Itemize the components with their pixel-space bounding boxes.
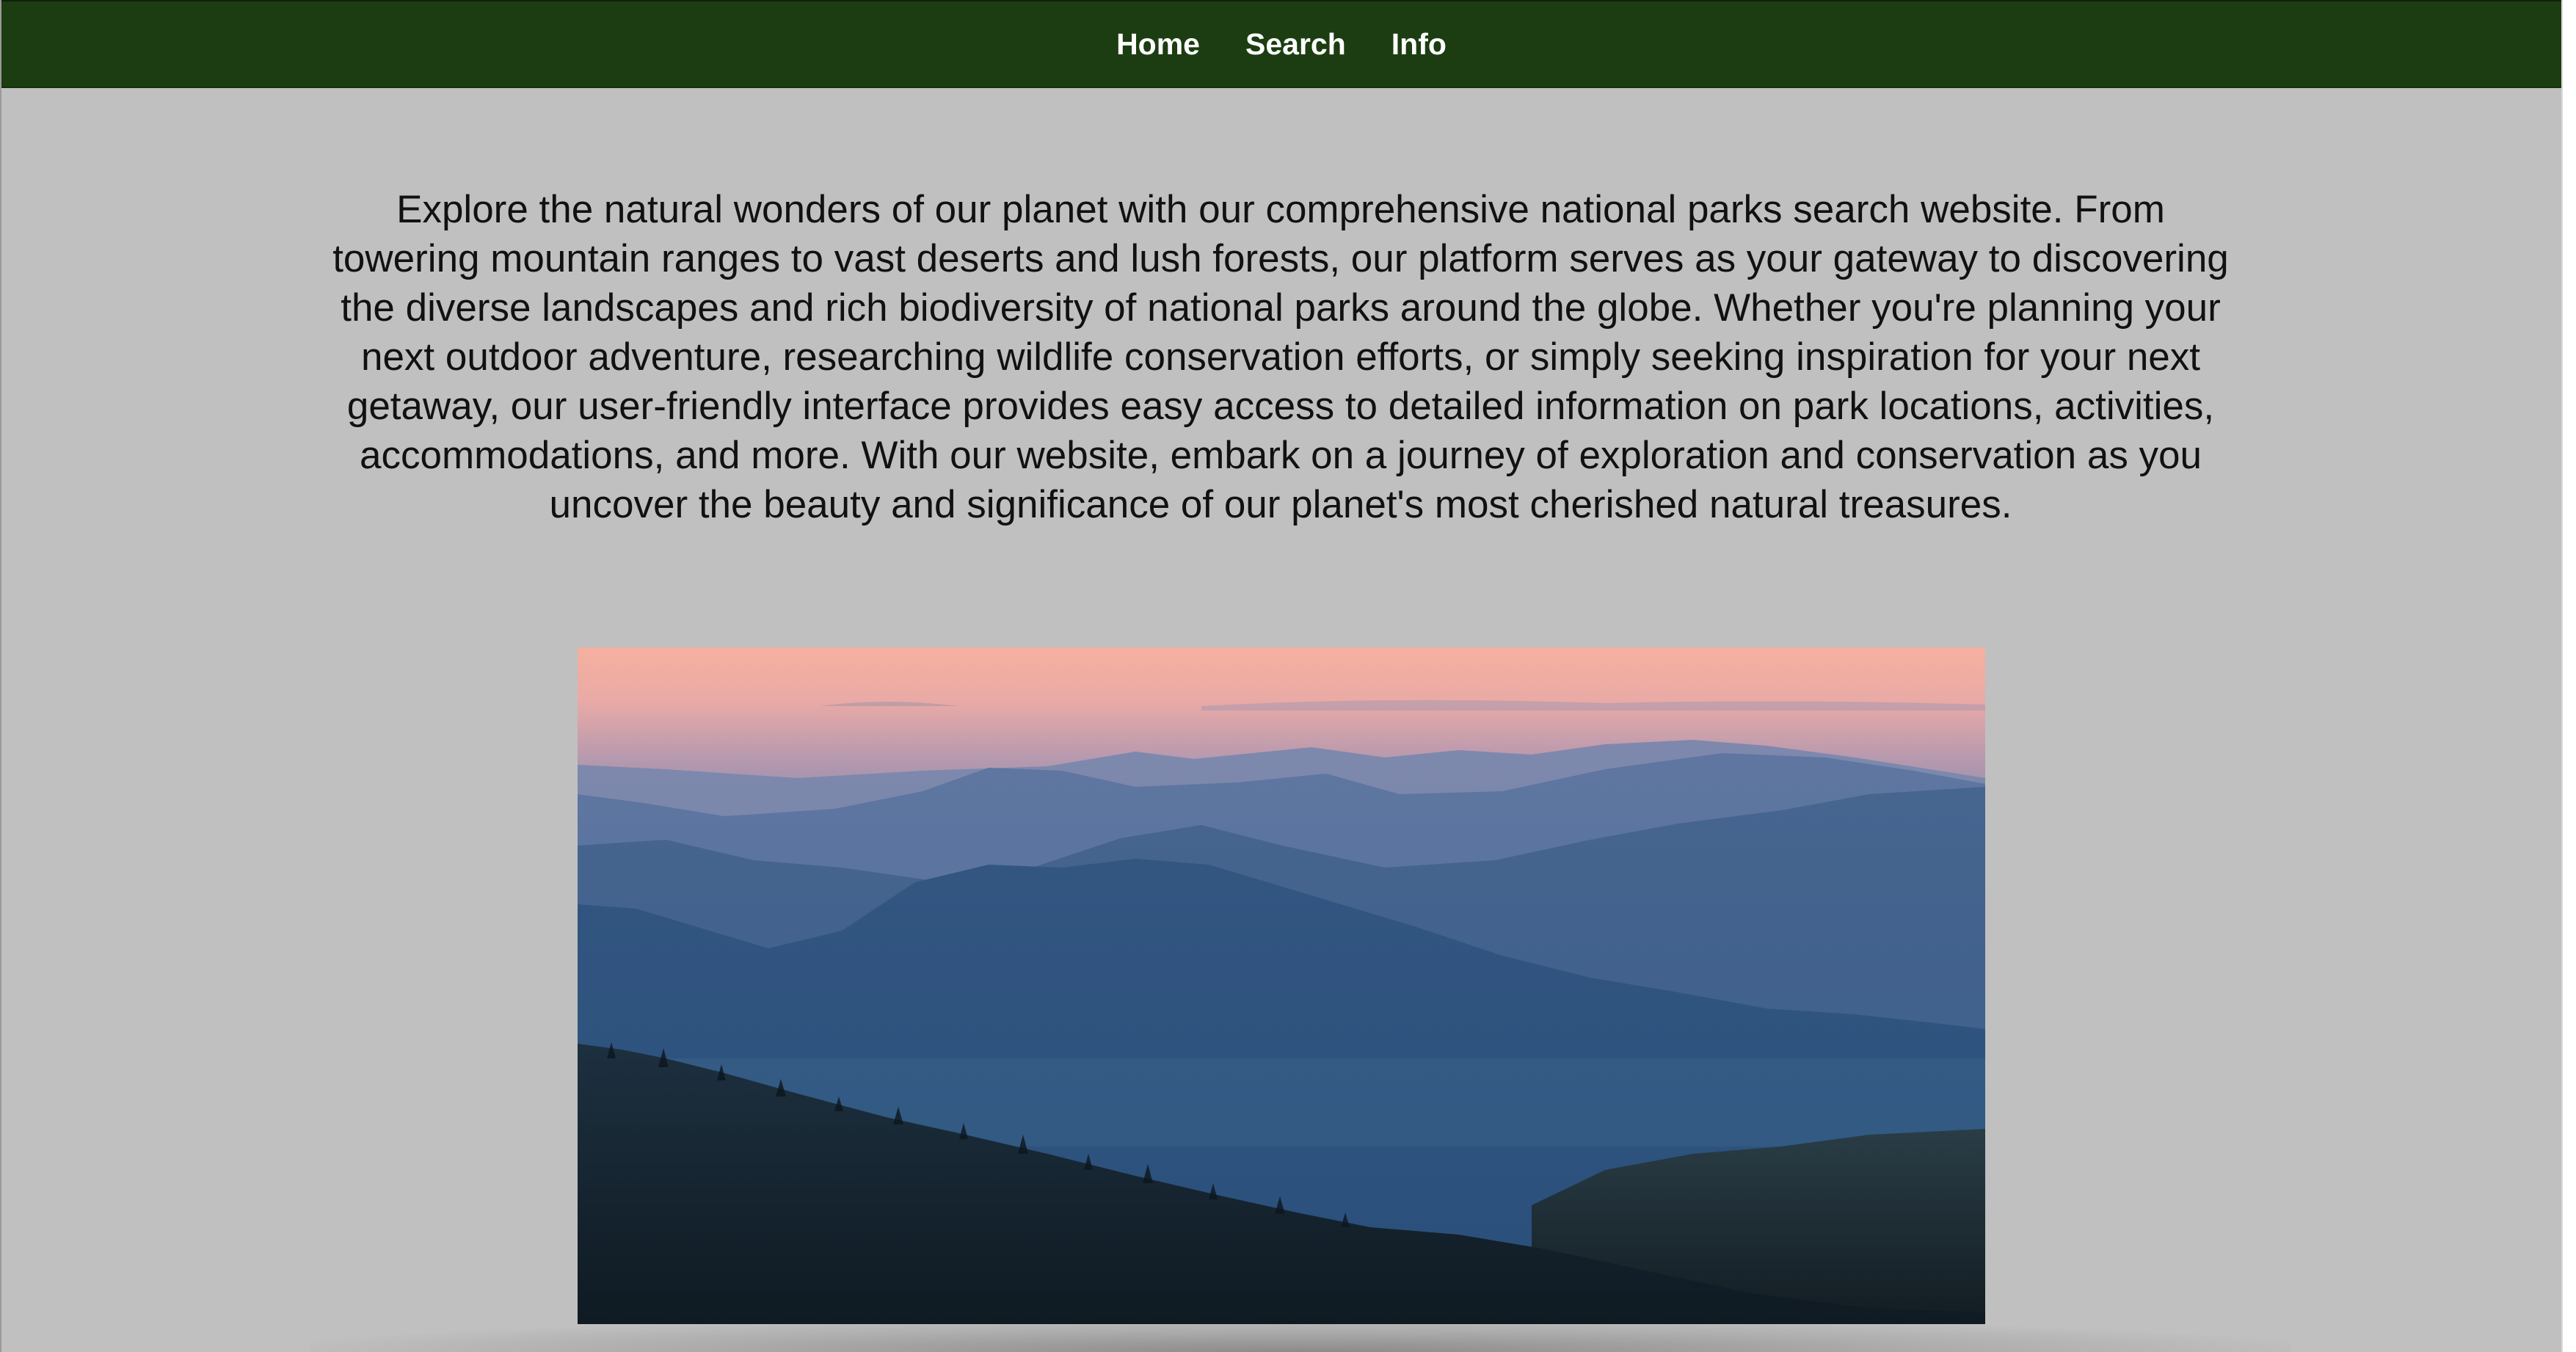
top-navigation-bar: Home Search Info — [1, 0, 2561, 88]
hero-image — [578, 647, 1985, 1324]
nav-link-info[interactable]: Info — [1391, 29, 1447, 59]
bottom-shadow — [310, 1318, 2291, 1352]
nav-link-home[interactable]: Home — [1116, 29, 1200, 59]
intro-paragraph: Explore the natural wonders of our plane… — [332, 188, 2229, 526]
nav-link-search[interactable]: Search — [1245, 29, 1346, 59]
page: Home Search Info Explore the natural won… — [0, 0, 2561, 1352]
mountain-landscape-image — [578, 647, 1985, 1324]
scrollbar-track[interactable] — [2561, 0, 2576, 1352]
